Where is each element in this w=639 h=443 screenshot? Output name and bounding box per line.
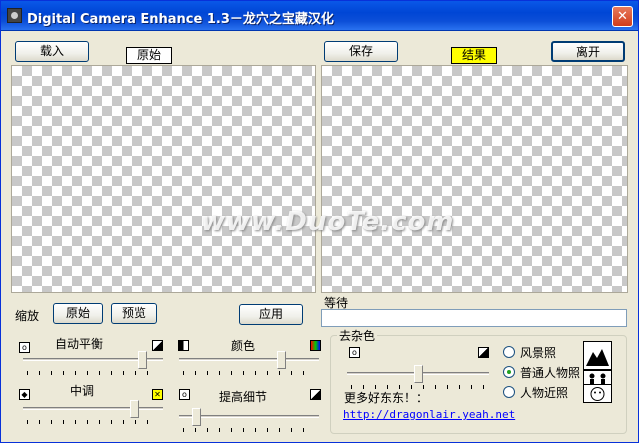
auto-balance-label: 自动平衡: [55, 337, 104, 351]
result-label: 结果: [451, 47, 497, 64]
slider-thumb[interactable]: [138, 351, 148, 369]
slider-thumb[interactable]: [277, 351, 287, 369]
result-image-canvas[interactable]: [321, 65, 628, 293]
color-max-icon: [310, 340, 321, 351]
slider-thumb[interactable]: [192, 408, 202, 426]
close-button[interactable]: ✕: [612, 6, 633, 27]
closeup-portrait-radio[interactable]: [503, 386, 515, 398]
detail-label: 提高细节: [219, 390, 268, 404]
progress-bar: [321, 309, 627, 327]
slider-thumb[interactable]: [130, 400, 140, 418]
landscape-radio[interactable]: [503, 346, 515, 358]
closeup-portrait-label[interactable]: 人物近照: [520, 384, 568, 401]
midtone-slider[interactable]: [23, 400, 163, 424]
app-window: Digital Camera Enhance 1.3－龙穴之宝藏汉化 ✕ 载入 …: [0, 0, 639, 443]
watermark: www.DuoTe.com: [201, 207, 455, 237]
original-image-canvas[interactable]: [11, 65, 316, 293]
normal-portrait-radio[interactable]: [503, 366, 515, 378]
title-bar[interactable]: Digital Camera Enhance 1.3－龙穴之宝藏汉化 ✕: [1, 1, 638, 31]
detail-max-icon: [310, 389, 321, 400]
original-label: 原始: [126, 47, 172, 64]
face-icon[interactable]: [583, 384, 612, 403]
midtone-max-icon: ✕: [152, 389, 163, 400]
camera-icon: [7, 8, 22, 23]
color-min-icon: [178, 340, 189, 351]
landscape-label[interactable]: 风景照: [520, 344, 556, 361]
denoise-max-icon: [478, 347, 489, 358]
zoom-preview-button[interactable]: 预览: [111, 303, 157, 324]
auto-balance-slider[interactable]: [23, 351, 163, 375]
load-button[interactable]: 载入: [15, 41, 89, 62]
detail-min-icon: o: [179, 389, 190, 400]
apply-button[interactable]: 应用: [239, 304, 303, 325]
denoise-min-icon: o: [349, 347, 360, 358]
auto-balance-max-icon: [152, 340, 163, 351]
mountain-icon[interactable]: [583, 341, 612, 370]
zoom-label: 缩放: [15, 309, 40, 323]
midtone-label: 中调: [70, 384, 95, 398]
window-title: Digital Camera Enhance 1.3－龙穴之宝藏汉化: [27, 12, 334, 27]
more-label: 更多好东东！：: [344, 391, 429, 405]
detail-slider[interactable]: [179, 408, 319, 432]
denoise-slider[interactable]: [347, 365, 489, 389]
zoom-original-button[interactable]: 原始: [53, 303, 103, 324]
website-link[interactable]: http://dragonlair.yeah.net: [343, 408, 515, 421]
denoise-group-title: 去杂色: [337, 327, 378, 344]
slider-thumb[interactable]: [413, 365, 423, 383]
midtone-min-icon: ◆: [19, 389, 30, 400]
exit-button[interactable]: 离开: [551, 41, 625, 62]
save-button[interactable]: 保存: [324, 41, 398, 62]
color-slider[interactable]: [179, 351, 319, 375]
normal-portrait-label[interactable]: 普通人物照: [520, 364, 580, 381]
